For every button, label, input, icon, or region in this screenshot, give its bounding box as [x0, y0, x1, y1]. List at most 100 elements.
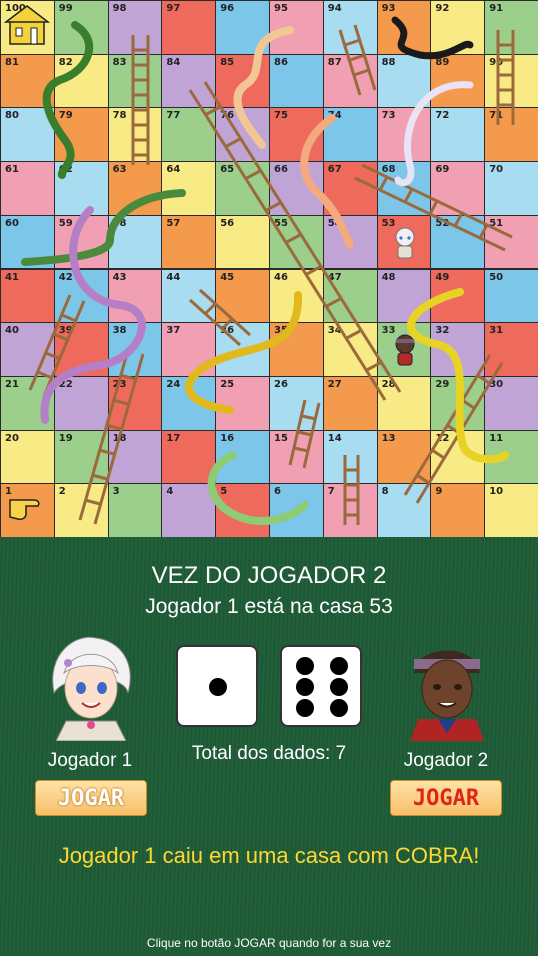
square-number: 70 [489, 164, 504, 176]
square-number: 39 [58, 325, 73, 337]
square-number: 8 [381, 486, 389, 498]
board-square: 75 [269, 107, 324, 163]
square-number: 97 [166, 3, 181, 14]
square-number: 71 [489, 110, 504, 122]
board-square: 17 [161, 429, 217, 485]
square-number: 68 [381, 164, 396, 176]
square-number: 3 [112, 486, 120, 498]
square-number: 65 [220, 164, 235, 176]
board-square: 42 [53, 268, 109, 324]
board-square: 96 [215, 0, 270, 55]
square-number: 79 [58, 110, 73, 122]
board-square: 54 [322, 214, 378, 270]
square-number: 14 [327, 432, 342, 444]
board-square: 20 [0, 429, 55, 485]
square-number: 58 [112, 217, 127, 229]
square-number: 95 [274, 3, 288, 14]
board-square: 55 [269, 214, 324, 270]
board-square: 57 [161, 214, 217, 270]
board-square: 62 [53, 161, 109, 216]
game-panel: VEZ DO JOGADOR 2 Jogador 1 está na casa … [0, 537, 538, 956]
square-number: 22 [58, 378, 73, 390]
player-2-token [391, 334, 419, 366]
square-number: 1 [5, 486, 12, 498]
board-square: 93 [376, 0, 432, 55]
board-square: 13 [376, 429, 432, 485]
board-square: 83 [107, 53, 163, 109]
board-square: 97 [161, 0, 217, 55]
die-2 [280, 645, 362, 727]
board-square: 86 [269, 53, 324, 109]
board-square: 21 [0, 375, 55, 431]
board-square: 88 [376, 53, 432, 109]
player-1-play-button[interactable]: JOGAR [35, 780, 147, 816]
square-number: 26 [274, 378, 288, 390]
square-number: 99 [58, 3, 73, 14]
square-number: 29 [435, 378, 450, 390]
square-number: 9 [435, 486, 443, 498]
square-number: 72 [435, 110, 450, 122]
board-square: 39 [53, 322, 109, 377]
square-number: 75 [274, 110, 288, 122]
player-1-avatar [46, 633, 136, 742]
square-number: 15 [274, 432, 288, 444]
board-square: 64 [161, 161, 217, 216]
square-number: 30 [489, 378, 504, 390]
square-number: 2 [58, 486, 66, 498]
board-square: 45 [215, 268, 270, 324]
square-number: 43 [112, 271, 127, 283]
player-2-play-button[interactable]: JOGAR [390, 780, 502, 816]
board-square: 23 [107, 375, 163, 431]
board-square: 46 [269, 268, 324, 324]
board-square: 90 [484, 53, 538, 109]
square-number: 60 [5, 217, 19, 229]
square-number: 10 [489, 486, 504, 498]
board-square: 74 [322, 107, 378, 163]
board-square: 59 [53, 214, 109, 270]
square-number: 52 [435, 217, 450, 229]
die-1 [176, 645, 258, 727]
square-number: 54 [327, 217, 342, 229]
square-number: 45 [220, 271, 235, 283]
board-square: 10 [484, 483, 538, 538]
square-number: 100 [5, 3, 26, 14]
board-square: 26 [269, 375, 324, 431]
board-square: 44 [161, 268, 217, 324]
board-square: 92 [430, 0, 486, 55]
square-number: 35 [274, 325, 288, 337]
square-number: 94 [327, 3, 342, 14]
board-square: 5 [215, 483, 270, 538]
square-number: 56 [220, 217, 235, 229]
board-square: 38 [107, 322, 163, 377]
square-number: 64 [166, 164, 181, 176]
square-number: 83 [112, 56, 127, 68]
die-pip [209, 678, 227, 696]
square-number: 32 [435, 325, 450, 337]
square-number: 78 [112, 110, 127, 122]
square-number: 51 [489, 217, 504, 229]
board-square: 66 [269, 161, 324, 216]
board-square: 84 [161, 53, 217, 109]
square-number: 96 [220, 3, 235, 14]
board-square: 70 [484, 161, 538, 216]
square-number: 47 [327, 271, 342, 283]
board-square: 41 [0, 268, 55, 324]
board-square: 68 [376, 161, 432, 216]
square-number: 38 [112, 325, 127, 337]
board-square: 87 [322, 53, 378, 109]
square-number: 87 [327, 56, 342, 68]
board-square: 49 [430, 268, 486, 324]
board-square: 58 [107, 214, 163, 270]
square-number: 44 [166, 271, 181, 283]
square-number: 23 [112, 378, 127, 390]
board-square: 82 [53, 53, 109, 109]
player-1-name: Jogador 1 [47, 750, 133, 771]
square-number: 18 [112, 432, 127, 444]
board-square: 6 [269, 483, 324, 538]
square-number: 37 [166, 325, 181, 337]
square-number: 11 [489, 432, 504, 444]
board-square: 48 [376, 268, 432, 324]
square-number: 34 [327, 325, 342, 337]
board-square: 11 [484, 429, 538, 485]
board-square: 30 [484, 375, 538, 431]
